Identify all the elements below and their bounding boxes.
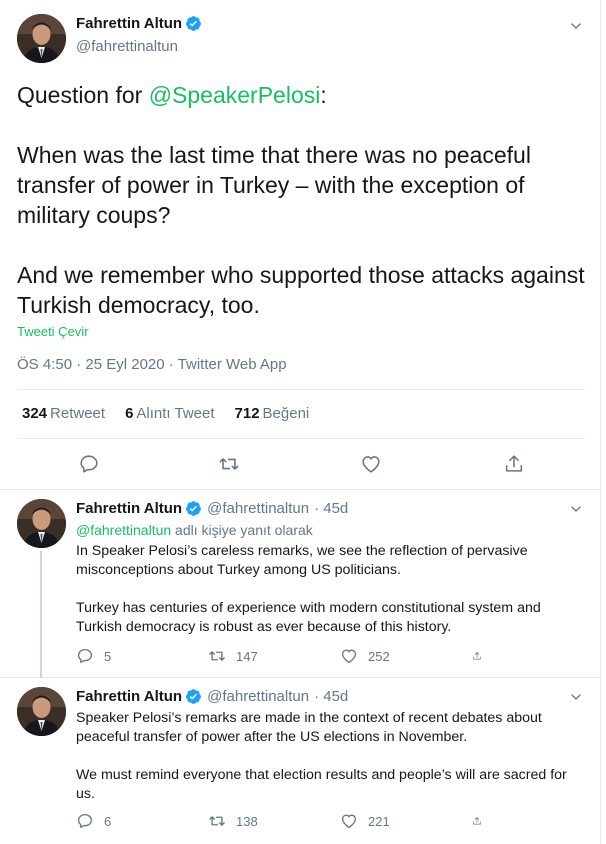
tweet-actions: 5 147 252 [76,647,492,665]
tweet-paragraph: Turkey has centuries of experience with … [76,600,541,635]
tweet-paragraph: When was the last time that there was no… [17,142,531,228]
share-button[interactable] [472,647,492,665]
reply-count: 6 [104,813,112,829]
verified-badge-icon [186,689,202,704]
tweet-text: In Speaker Pelosi’s careless remarks, we… [76,542,588,637]
divider [17,389,585,390]
tweet-time[interactable]: · 45d [314,688,348,705]
share-button[interactable] [503,453,525,475]
translate-tweet-link[interactable]: Tweeti Çevir [17,324,89,339]
author-name[interactable]: Fahrettin Altun [76,500,182,517]
tweet-meta[interactable]: ÖS 4:50 · 25 Eyl 2020 · Twitter Web App [17,356,287,373]
verified-badge-icon [186,16,202,31]
author-handle[interactable]: @fahrettinaltun [207,500,309,517]
main-tweet: Fahrettin Altun @fahrettinaltun Question… [0,0,601,490]
like-button[interactable]: 252 [340,647,472,665]
likes-stat[interactable]: 712 Beğeni [235,405,310,422]
reply-context: @fahrettinaltun adlı kişiye yanıt olarak [76,522,313,538]
like-button[interactable] [360,453,382,475]
retweet-count: 138 [236,813,258,829]
author-handle[interactable]: @fahrettinaltun [207,688,309,705]
like-count: 252 [368,648,390,664]
like-icon [341,649,357,664]
author-name[interactable]: Fahrettin Altun [76,15,182,32]
reply-button[interactable]: 6 [76,812,208,830]
avatar[interactable] [17,499,66,548]
retweet-icon [209,816,225,826]
reply-button[interactable]: 5 [76,647,208,665]
reply-icon [77,813,93,829]
like-icon [362,456,380,473]
tweet-time[interactable]: · 45d [314,500,348,517]
reply-icon [80,455,98,473]
avatar[interactable] [17,687,66,736]
retweet-button[interactable] [218,453,240,475]
reply-mention-link[interactable]: @fahrettinaltun [76,522,171,538]
tweet-stats: 324 Retweet 6 Alıntı Tweet 712 Beğeni [22,405,329,422]
tweet-paragraph: And we remember who supported those atta… [17,262,585,318]
timeline-column: Fahrettin Altun @fahrettinaltun Question… [0,0,601,844]
share-icon [473,652,481,660]
chevron-down-icon[interactable] [568,689,584,705]
reply-icon [77,648,93,664]
reply-button[interactable] [78,453,100,475]
tweet-paragraph: In Speaker Pelosi’s careless remarks, we… [76,543,528,578]
share-icon [473,817,481,825]
divider [17,438,585,439]
chevron-down-icon[interactable] [568,18,584,34]
reply-tweet[interactable]: Fahrettin Altun @fahrettinaltun · 45d @f… [0,491,601,678]
thread-line [40,551,42,678]
tweet-paragraph: We must remind everyone that election re… [76,767,567,802]
mention-link[interactable]: @SpeakerPelosi [149,82,321,108]
retweet-button[interactable]: 138 [208,812,340,830]
reply-count: 5 [104,648,112,664]
share-icon [505,455,523,472]
retweet-icon [209,651,225,661]
author-handle[interactable]: @fahrettinaltun [76,38,178,55]
reply-tweet[interactable]: Fahrettin Altun @fahrettinaltun · 45d Sp… [0,679,601,844]
retweet-button[interactable]: 147 [208,647,340,665]
quotes-stat[interactable]: 6 Alıntı Tweet [125,405,214,422]
tweet-text: Speaker Pelosi’s remarks are made in the… [76,709,588,804]
share-button[interactable] [472,812,492,830]
tweet-text: Question for @SpeakerPelosi: When was th… [17,80,587,320]
like-button[interactable]: 221 [340,812,472,830]
retweets-stat[interactable]: 324 Retweet [22,405,105,422]
like-icon [341,814,357,829]
author-name[interactable]: Fahrettin Altun [76,688,182,705]
retweet-icon [219,458,239,470]
tweet-paragraph: Speaker Pelosi’s remarks are made in the… [76,710,542,745]
avatar[interactable] [17,14,66,63]
retweet-count: 147 [236,648,258,664]
tweet-actions: 6 138 221 [76,812,492,830]
chevron-down-icon[interactable] [568,501,584,517]
like-count: 221 [368,813,390,829]
verified-badge-icon [186,501,202,516]
